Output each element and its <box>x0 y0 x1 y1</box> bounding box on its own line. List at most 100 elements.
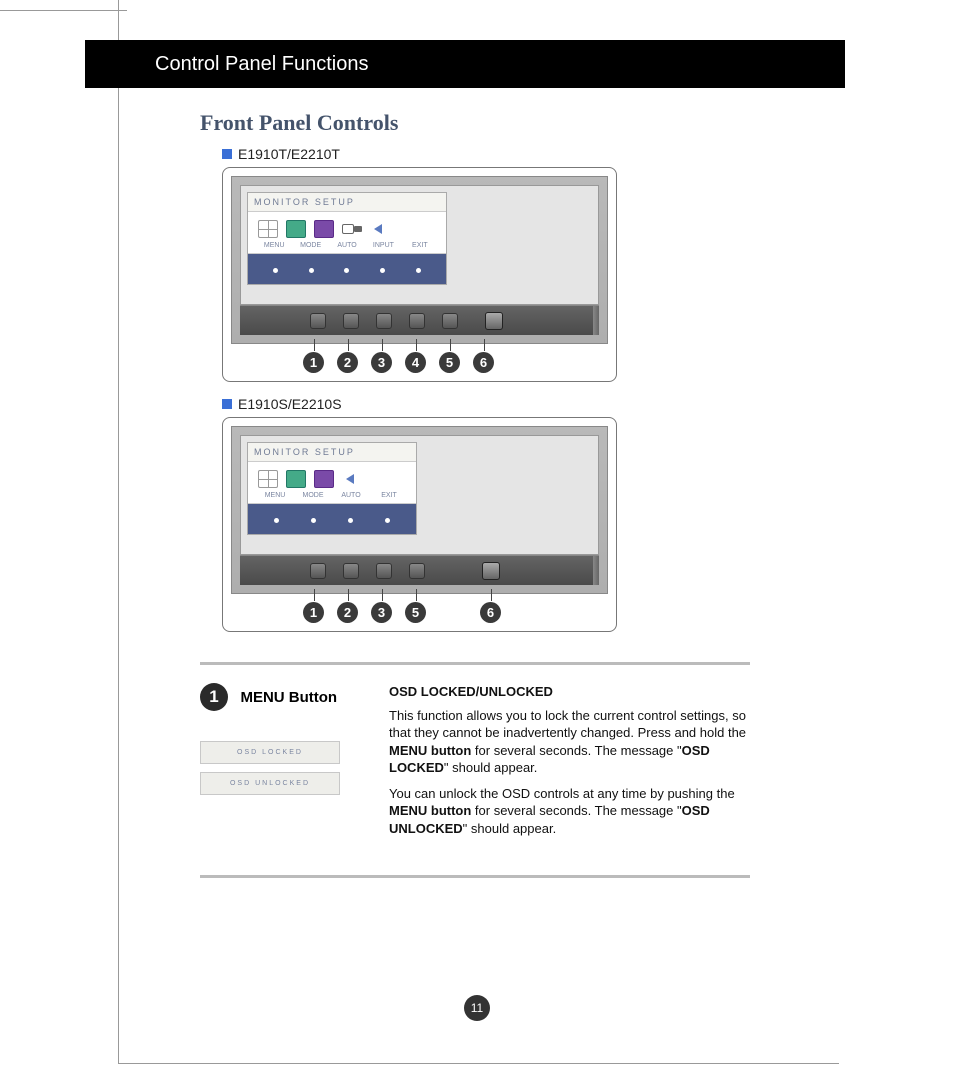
front-button <box>409 313 425 329</box>
section-number-badge: 1 <box>200 683 228 711</box>
monitor-screen: MONITOR SETUP MENU MODE AUTO EXIT <box>240 435 599 555</box>
osd-label: INPUT <box>365 242 401 249</box>
front-button <box>442 313 458 329</box>
text: You can unlock the OSD controls at any t… <box>389 786 735 801</box>
osd-icon-row <box>248 212 446 242</box>
header-title: Control Panel Functions <box>155 53 368 76</box>
dot-icon <box>400 260 436 278</box>
page-number: 11 <box>464 995 490 1021</box>
dot-icon <box>295 510 332 528</box>
section-heading: OSD LOCKED/UNLOCKED <box>389 683 750 701</box>
osd-panel: MONITOR SETUP MENU MODE AUTO INPUT EXIT <box>247 192 447 285</box>
input-icon <box>342 220 362 238</box>
model-a-row: E1910T/E2210T <box>222 146 750 162</box>
front-button <box>376 563 392 579</box>
front-button <box>310 563 326 579</box>
power-button <box>485 312 503 330</box>
osd-unlocked-box: OSD UNLOCKED <box>200 772 340 795</box>
diagram-b: MONITOR SETUP MENU MODE AUTO EXIT <box>222 417 617 632</box>
dot-icon <box>258 260 294 278</box>
callout-row-b: 1 2 3 5 6 <box>231 602 608 623</box>
section-left: 1 MENU Button OSD LOCKED OSD UNLOCKED <box>200 683 375 845</box>
osd-label: MODE <box>292 242 328 249</box>
monitor-screen: MONITOR SETUP MENU MODE AUTO INPUT EXIT <box>240 185 599 305</box>
dot-icon <box>329 260 365 278</box>
callout-number: 2 <box>337 602 358 623</box>
osd-label: AUTO <box>332 492 370 499</box>
text: for several seconds. The message " <box>471 743 681 758</box>
exit-icon <box>370 220 390 238</box>
model-b-row: E1910S/E2210S <box>222 396 750 412</box>
front-button <box>310 313 326 329</box>
bold-text: MENU button <box>389 803 471 818</box>
text: " should appear. <box>444 760 538 775</box>
dot-icon <box>294 260 330 278</box>
callout-number: 1 <box>303 352 324 373</box>
exit-icon <box>342 470 362 488</box>
front-button <box>343 313 359 329</box>
mode-icon <box>286 220 306 238</box>
model-a-label: E1910T/E2210T <box>238 146 340 162</box>
front-button <box>343 563 359 579</box>
osd-title: MONITOR SETUP <box>248 443 416 462</box>
section-right: OSD LOCKED/UNLOCKED This function allows… <box>389 683 750 845</box>
text: " should appear. <box>463 821 557 836</box>
content-area: Front Panel Controls E1910T/E2210T MONIT… <box>200 110 750 878</box>
dot-icon <box>369 510 406 528</box>
text: This function allows you to lock the cur… <box>389 708 746 741</box>
osd-dot-row <box>248 504 416 534</box>
bullet-icon <box>222 399 232 409</box>
front-button <box>409 563 425 579</box>
crop-mark-top <box>0 10 127 11</box>
dot-icon <box>332 510 369 528</box>
callout-gap <box>439 602 467 623</box>
osd-label: MENU <box>256 492 294 499</box>
callout-number: 4 <box>405 352 426 373</box>
osd-label: AUTO <box>329 242 365 249</box>
osd-label: MODE <box>294 492 332 499</box>
dot-icon <box>258 510 295 528</box>
menu-icon <box>258 470 278 488</box>
diagram-a: MONITOR SETUP MENU MODE AUTO INPUT EXIT <box>222 167 617 382</box>
bezel <box>240 555 599 585</box>
section-paragraph: This function allows you to lock the cur… <box>389 707 750 777</box>
menu-icon <box>258 220 278 238</box>
osd-labels-a: MENU MODE AUTO INPUT EXIT <box>248 242 446 254</box>
osd-label: EXIT <box>402 242 438 249</box>
text: for several seconds. The message " <box>471 803 681 818</box>
callout-row-a: 1 2 3 4 5 6 <box>231 352 608 373</box>
bold-text: MENU button <box>389 743 471 758</box>
section-head: 1 MENU Button <box>200 683 375 711</box>
header-bar: Control Panel Functions <box>85 40 845 88</box>
dot-icon <box>365 260 401 278</box>
callout-number: 1 <box>303 602 324 623</box>
monitor-body: MONITOR SETUP MENU MODE AUTO EXIT <box>231 426 608 594</box>
mode-icon <box>286 470 306 488</box>
osd-icon-row <box>248 462 416 492</box>
callout-number: 6 <box>480 602 501 623</box>
divider <box>200 875 750 878</box>
callout-number: 6 <box>473 352 494 373</box>
bezel-shadow <box>593 556 599 585</box>
callout-number: 3 <box>371 352 392 373</box>
bezel <box>240 305 599 335</box>
osd-title: MONITOR SETUP <box>248 193 446 212</box>
callout-number: 5 <box>405 602 426 623</box>
power-button <box>482 562 500 580</box>
osd-label: EXIT <box>370 492 408 499</box>
front-button <box>376 313 392 329</box>
osd-dot-row <box>248 254 446 284</box>
model-b-label: E1910S/E2210S <box>238 396 342 412</box>
section-menu-button: 1 MENU Button OSD LOCKED OSD UNLOCKED OS… <box>200 683 750 845</box>
callout-number: 3 <box>371 602 392 623</box>
bezel-shadow <box>593 306 599 335</box>
main-title: Front Panel Controls <box>200 110 750 136</box>
osd-labels-b: MENU MODE AUTO EXIT <box>248 492 416 504</box>
section-title: MENU Button <box>240 689 337 706</box>
osd-locked-box: OSD LOCKED <box>200 741 340 764</box>
bullet-icon <box>222 149 232 159</box>
osd-label: MENU <box>256 242 292 249</box>
auto-icon <box>314 470 334 488</box>
auto-icon <box>314 220 334 238</box>
section-paragraph: You can unlock the OSD controls at any t… <box>389 785 750 838</box>
